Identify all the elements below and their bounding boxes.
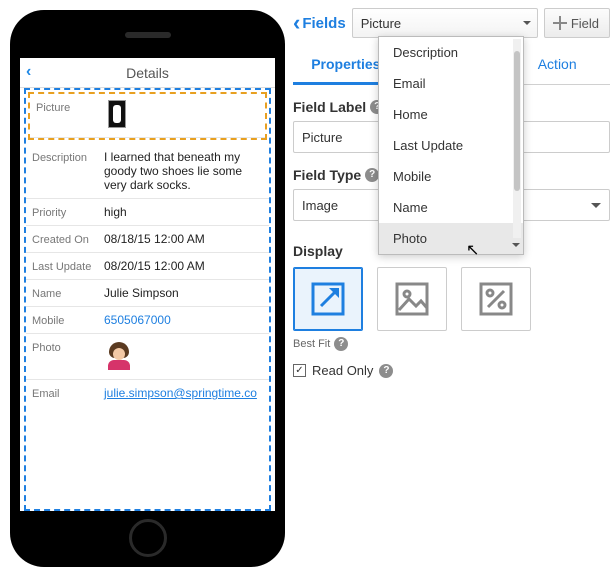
scrollbar[interactable] [513,39,521,238]
read-only-label: Read Only [312,363,373,378]
row-label: Last Update [32,259,104,273]
back-icon[interactable]: ‹ [26,63,31,81]
row-value: 08/18/15 12:00 AM [104,232,263,246]
row-value: 08/20/15 12:00 AM [104,259,263,273]
page-title: Details [126,65,169,81]
row-label: Created On [32,232,104,246]
add-field-label: Field [571,16,599,31]
row-label: Email [32,386,104,400]
table-row[interactable]: Priority high [26,199,269,226]
row-label: Picture [36,100,108,131]
avatar [104,340,263,373]
display-percent[interactable] [461,267,531,331]
percent-icon [478,281,514,317]
row-label: Priority [32,205,104,219]
chevron-down-icon [523,21,531,29]
breadcrumb[interactable]: Fields [293,15,346,32]
table-row[interactable]: Name Julie Simpson [26,280,269,307]
help-icon[interactable]: ? [334,337,348,351]
field-editor-panel: Fields Picture Field Properties Style Ac… [293,6,610,571]
dropdown-option[interactable]: Last Update [379,130,523,161]
display-original[interactable] [377,267,447,331]
picture-thumb [108,100,259,131]
chevron-down-icon [512,243,520,251]
add-field-button[interactable]: Field [544,8,610,38]
table-row[interactable]: Email julie.simpson@springtime.co [26,380,269,406]
field-type-value: Image [302,198,338,213]
display-caption: Best Fit ? [293,337,610,351]
row-value: Julie Simpson [104,286,263,300]
row-label: Mobile [32,313,104,327]
dropdown-option[interactable]: Name [379,192,523,223]
image-icon [394,281,430,317]
chevron-down-icon [591,203,601,213]
row-label: Name [32,286,104,300]
details-selection[interactable]: Picture Description I learned that benea… [24,88,271,511]
table-row[interactable]: Last Update 08/20/15 12:00 AM [26,253,269,280]
table-row[interactable]: Photo [26,334,269,380]
row-value: I learned that beneath my goody two shoe… [104,150,263,192]
phone-speaker [125,32,171,38]
dropdown-option[interactable]: Photo [379,223,523,254]
row-value[interactable]: julie.simpson@springtime.co [104,386,263,400]
dropdown-option[interactable]: Home [379,99,523,130]
dropdown-option[interactable]: Email [379,68,523,99]
selected-field-row[interactable]: Picture [28,92,267,140]
row-label: Description [32,150,104,192]
field-select-menu[interactable]: Description Email Home Last Update Mobil… [378,36,524,255]
row-value: high [104,205,263,219]
row-value[interactable]: 6505067000 [104,313,263,327]
table-row[interactable]: Description I learned that beneath my go… [26,144,269,199]
display-options [293,267,610,331]
table-row[interactable]: Mobile 6505067000 [26,307,269,334]
help-icon[interactable]: ? [379,364,393,378]
dropdown-value: Picture [361,16,401,31]
dropdown-option[interactable]: Mobile [379,161,523,192]
phone-home-button [129,519,167,557]
read-only-row[interactable]: ✓ Read Only ? [293,363,610,378]
phone-navbar: ‹ Details [20,58,275,88]
display-best-fit[interactable] [293,267,363,331]
breadcrumb-label: Fields [302,15,345,32]
table-row[interactable]: Created On 08/18/15 12:00 AM [26,226,269,253]
dropdown-option[interactable]: Description [379,37,523,68]
checkbox-icon[interactable]: ✓ [293,364,306,377]
plus-icon [553,16,567,30]
phone-mock: ‹ Details Picture Description I learned … [10,10,285,567]
row-label: Photo [32,340,104,373]
field-select-dropdown[interactable]: Picture [352,8,538,38]
expand-icon [310,281,346,317]
cursor-icon: ↖ [466,240,479,260]
phone-screen: ‹ Details Picture Description I learned … [20,58,275,511]
